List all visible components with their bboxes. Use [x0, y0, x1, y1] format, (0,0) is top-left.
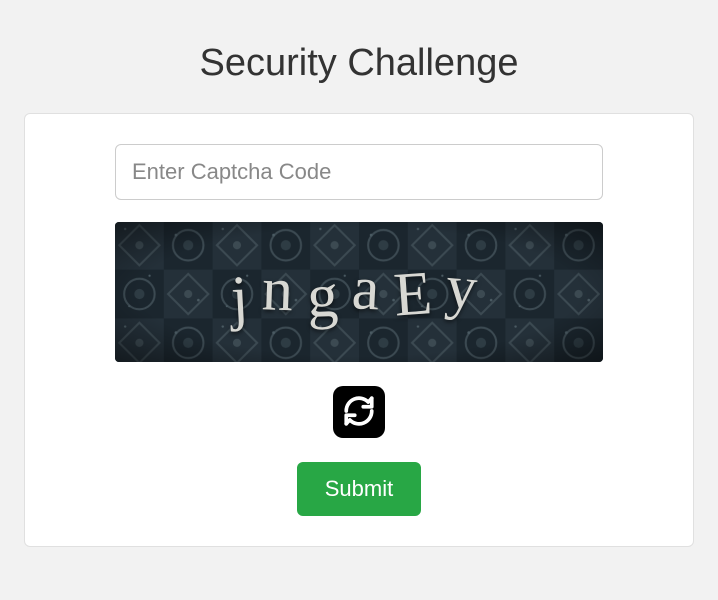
refresh-captcha-button[interactable]	[333, 386, 385, 438]
page-title: Security Challenge	[0, 0, 718, 113]
captcha-input-row	[115, 144, 603, 200]
refresh-icon	[342, 394, 376, 431]
submit-button[interactable]: Submit	[297, 462, 421, 516]
refresh-row	[115, 386, 603, 438]
submit-row: Submit	[115, 462, 603, 516]
captcha-image: j n g a E y	[115, 222, 603, 362]
captcha-input[interactable]	[115, 144, 603, 200]
captcha-card: j n g a E y Submit	[24, 113, 694, 547]
captcha-code-text: j n g a E y	[231, 257, 487, 328]
